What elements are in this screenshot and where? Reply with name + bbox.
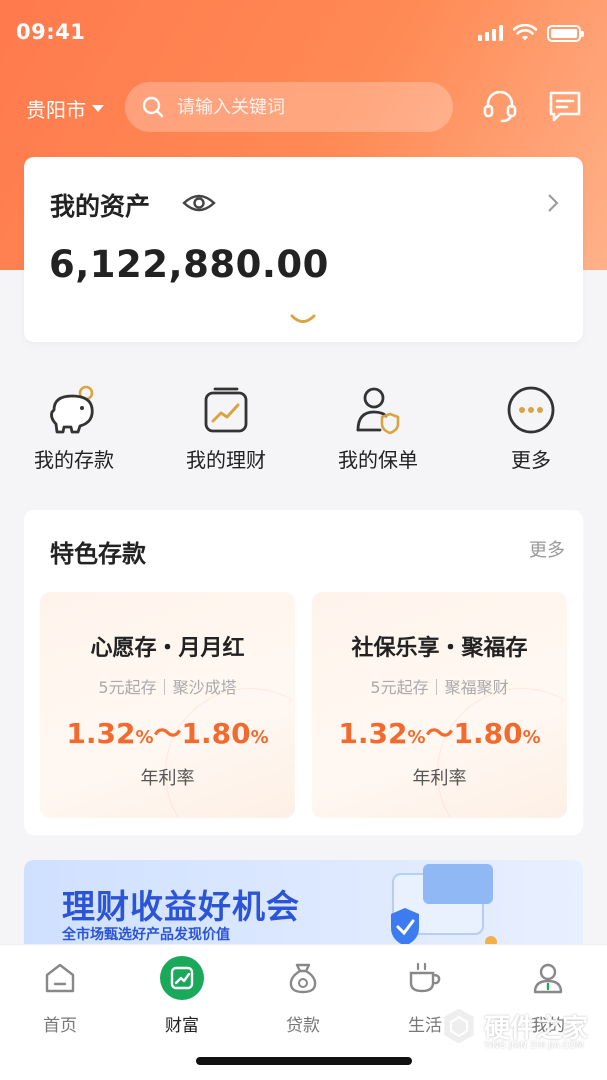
tab-label: 贷款	[286, 1016, 320, 1036]
product-card[interactable]: 心愿存・月月红 5元起存｜聚沙成塔 1.32%～1.80% 年利率	[40, 592, 295, 818]
decorative-circle	[437, 688, 567, 818]
wealth-chart-icon	[204, 387, 248, 433]
status-icons	[478, 24, 584, 42]
section-title: 特色存款	[50, 540, 146, 568]
shortcut-more[interactable]: 更多	[471, 378, 591, 473]
decorative-circle	[165, 688, 295, 818]
search-icon	[142, 96, 164, 118]
tab-wealth[interactable]: 财富	[137, 955, 227, 1036]
caret-down-icon	[92, 105, 104, 112]
signal-icon	[478, 25, 503, 41]
tab-label: 首页	[43, 1016, 77, 1036]
shield-card-illustration-icon	[391, 864, 497, 948]
search-bar[interactable]	[125, 82, 453, 132]
coffee-cup-icon	[409, 962, 441, 993]
shortcut-label: 我的保单	[338, 448, 418, 472]
message-icon[interactable]	[545, 86, 585, 126]
chevron-down-icon[interactable]	[290, 313, 316, 327]
featured-deposits-card: 特色存款 更多 心愿存・月月红 5元起存｜聚沙成塔 1.32%～1.80% 年利…	[24, 510, 583, 835]
watermark-subtext: YING JIAN ZHI JIA.COM	[484, 1041, 584, 1051]
product-name: 社保乐享・聚福存	[351, 636, 528, 661]
headset-icon[interactable]	[480, 86, 520, 126]
status-bar: 09:41	[0, 0, 607, 70]
watermark-logo-icon	[441, 1005, 477, 1047]
more-link[interactable]: 更多	[529, 536, 565, 562]
chevron-right-icon[interactable]	[547, 193, 559, 213]
shortcut-label: 我的存款	[34, 448, 114, 472]
city-selector[interactable]: 贵阳市	[26, 94, 104, 123]
user-icon	[533, 963, 563, 994]
wifi-icon	[513, 24, 537, 41]
piggy-bank-icon	[50, 385, 94, 434]
city-label: 贵阳市	[26, 98, 86, 122]
more-icon	[507, 386, 555, 434]
shortcut-row: 我的存款 我的理财 我的保单 更多	[0, 378, 607, 488]
banner-title: 理财收益好机会	[62, 887, 300, 926]
shortcut-label: 更多	[511, 448, 551, 472]
tab-loan[interactable]: 贷款	[258, 955, 348, 1036]
battery-icon	[547, 24, 584, 42]
shortcut-label: 我的理财	[186, 448, 266, 472]
watermark: 硬件之家 YING JIAN ZHI JIA.COM	[440, 1005, 589, 1051]
home-icon	[45, 963, 75, 993]
insurance-user-icon	[356, 387, 400, 435]
tab-home[interactable]: 首页	[15, 955, 105, 1036]
product-card[interactable]: 社保乐享・聚福存 5元起存｜聚福聚财 1.32%～1.80% 年利率	[312, 592, 567, 818]
tab-label: 财富	[165, 1016, 199, 1036]
asset-title: 我的资产	[50, 192, 151, 221]
product-name: 心愿存・月月红	[90, 636, 245, 661]
loan-bag-icon	[289, 963, 317, 994]
shortcut-policy[interactable]: 我的保单	[318, 378, 438, 473]
home-indicator	[196, 1057, 412, 1065]
search-input[interactable]	[177, 96, 417, 118]
top-bar: 贵阳市	[0, 82, 607, 132]
eye-icon[interactable]	[182, 190, 216, 216]
shortcut-deposit[interactable]: 我的存款	[14, 378, 134, 473]
wealth-icon	[160, 956, 204, 1000]
promo-banner[interactable]: 理财收益好机会 全市场甄选好产品发现价值	[24, 860, 583, 950]
shortcut-wealth[interactable]: 我的理财	[166, 378, 286, 473]
asset-value: 6,122,880.00	[49, 243, 329, 286]
banner-subtitle: 全市场甄选好产品发现价值	[62, 927, 230, 943]
status-time: 09:41	[16, 20, 86, 44]
watermark-text: 硬件之家	[484, 1013, 589, 1044]
asset-card[interactable]: 我的资产 6,122,880.00	[24, 157, 583, 342]
